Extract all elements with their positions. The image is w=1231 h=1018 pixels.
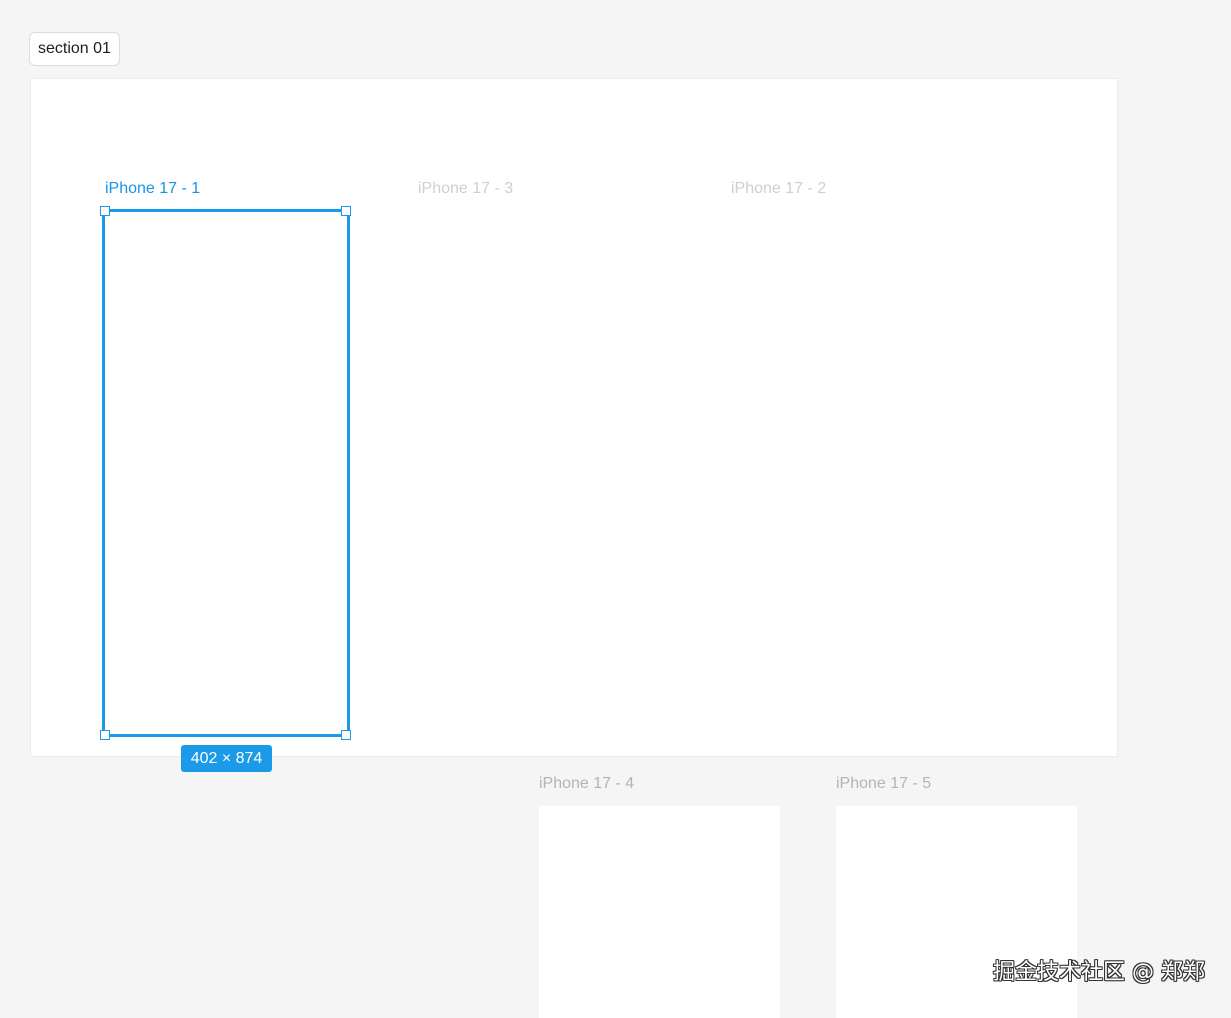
section-label[interactable]: section 01 — [29, 32, 120, 66]
frame-label-iphone-17-3[interactable]: iPhone 17 - 3 — [418, 181, 513, 197]
resize-handle-bottom-right[interactable] — [341, 730, 351, 740]
frame-iphone-17-1[interactable] — [102, 209, 350, 737]
resize-handle-bottom-left[interactable] — [100, 730, 110, 740]
resize-handle-top-right[interactable] — [341, 206, 351, 216]
resize-handle-top-left[interactable] — [100, 206, 110, 216]
watermark: 掘金技术社区 @ 郑郑 — [993, 960, 1205, 985]
frame-label-iphone-17-1[interactable]: iPhone 17 - 1 — [105, 181, 200, 197]
frame-label-iphone-17-2[interactable]: iPhone 17 - 2 — [731, 181, 826, 197]
design-canvas[interactable]: section 01 iPhone 17 - 1 iPhone 17 - 3 i… — [0, 0, 1231, 1018]
selection-size-badge: 402 × 874 — [181, 745, 272, 772]
frame-label-iphone-17-5[interactable]: iPhone 17 - 5 — [836, 776, 931, 792]
frame-iphone-17-4[interactable] — [539, 806, 780, 1018]
frame-iphone-17-5[interactable] — [836, 806, 1077, 1018]
frame-label-iphone-17-4[interactable]: iPhone 17 - 4 — [539, 776, 634, 792]
